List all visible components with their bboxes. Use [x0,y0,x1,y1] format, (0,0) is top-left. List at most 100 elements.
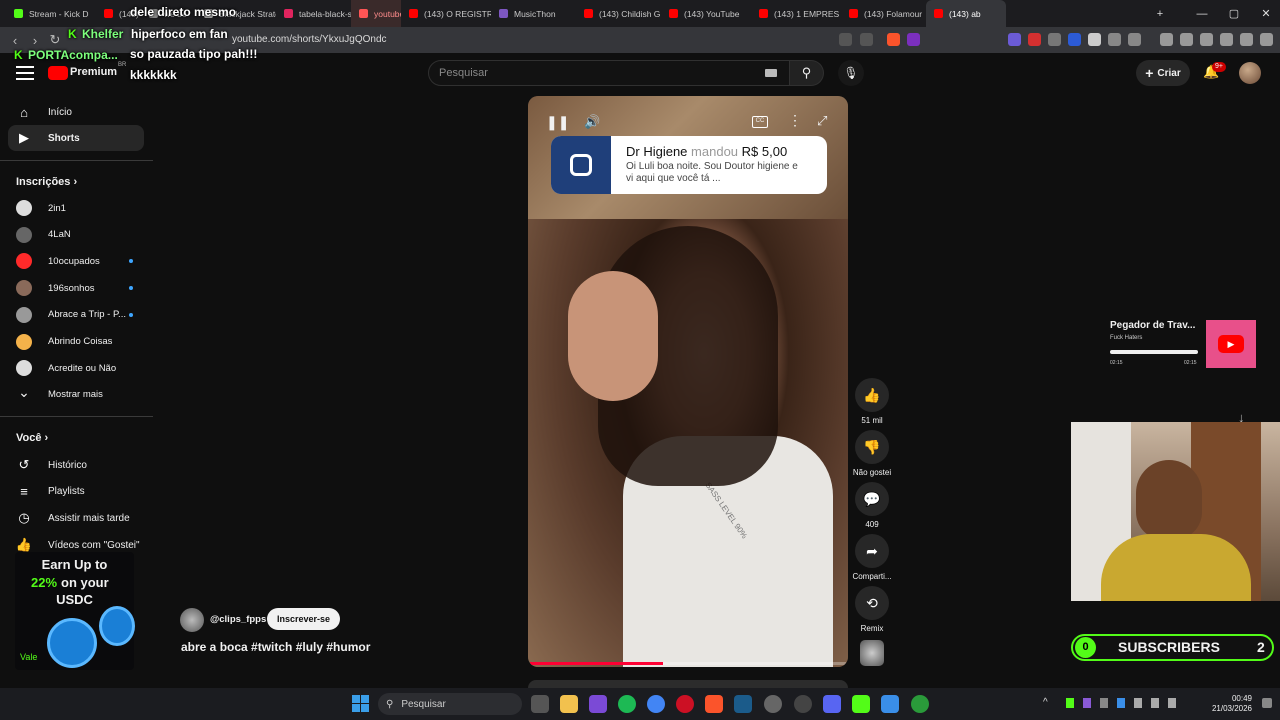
volume-icon[interactable]: 🔊 [584,114,600,130]
more-options-icon[interactable]: ⋮ [788,112,802,129]
progress-track[interactable] [530,662,846,665]
comment-icon[interactable]: 💬 [855,482,889,516]
mic-icon[interactable]: 🎙 [838,60,864,86]
network-icon[interactable] [1151,698,1159,708]
app-icon[interactable] [794,695,812,713]
youtube-logo-icon[interactable] [48,66,68,80]
bluetooth-icon[interactable] [1117,698,1125,708]
url-text[interactable]: youtube.com/shorts/YkxuJgQOndc [232,34,387,45]
pause-icon[interactable]: ❚❚ [546,114,569,131]
sound-thumbnail[interactable] [860,640,884,666]
brave-icon[interactable] [705,695,723,713]
extension-icon[interactable] [1128,33,1141,46]
like-icon[interactable]: 👍 [855,378,889,412]
extension-icon[interactable] [1088,33,1101,46]
subscriptions-heading[interactable]: Inscrições › [16,176,77,188]
new-tab-button[interactable]: + [1144,0,1176,27]
mic-tray-icon[interactable] [1134,698,1142,708]
kick-icon[interactable] [852,695,870,713]
spotify-icon[interactable] [618,695,636,713]
share-icon[interactable]: ➦ [855,534,889,568]
extension-icon[interactable] [1028,33,1041,46]
logo-text[interactable]: Premium [70,66,117,78]
hamburger-menu-icon[interactable] [16,66,34,80]
browser-tab[interactable]: (143) ab [926,0,1006,27]
dislike-icon[interactable]: 👎 [855,430,889,464]
action-like[interactable]: 👍 51 mil [852,378,892,425]
sidebar-item-history[interactable]: ↺ Histórico [8,452,144,478]
keyboard-icon[interactable] [765,69,777,77]
notepad-icon[interactable] [881,695,899,713]
tray-icon[interactable] [1100,698,1108,708]
browser-tab[interactable]: (143) Folamour [841,0,926,27]
back-icon[interactable]: ‹ [6,31,24,49]
search-button[interactable]: ⚲ [790,60,824,86]
channel-avatar[interactable] [180,608,204,632]
extension-icon[interactable] [1008,33,1021,46]
brave-shield-icon[interactable] [887,33,900,46]
sidebar-subscription[interactable]: 196sonhos [8,275,144,301]
short-video-player[interactable]: SASS LEVEL 90% ❚❚ 🔊 CC ⋮ ⤢ Dr Higiene ma… [528,96,848,667]
browser-tab[interactable]: (143) Childish G [576,0,661,27]
sidebar-subscription[interactable]: 4LaN [8,222,144,248]
next-short-preview[interactable] [528,680,848,688]
create-button[interactable]: + Criar [1136,60,1190,86]
steam-icon[interactable] [734,695,752,713]
browser-tab[interactable]: (143) O REGISTR [401,0,491,27]
start-icon[interactable] [352,695,369,712]
browser-tab[interactable]: (143) YouTube [661,0,751,27]
extension-icon[interactable] [1048,33,1061,46]
app-icon[interactable] [764,695,782,713]
sidebar-item-clock[interactable]: ◷ Assistir mais tarde [8,505,144,531]
extension-icon[interactable] [1068,33,1081,46]
search-box[interactable]: Pesquisar [428,60,790,86]
browser-tab[interactable]: (143) 1 EMPRES [751,0,841,27]
folder-icon[interactable] [560,695,578,713]
sidebar-subscription[interactable]: Abrindo Coisas [8,329,144,355]
taskbar-search[interactable]: ⚲ Pesquisar [378,693,522,715]
tray-icon[interactable] [1066,698,1074,708]
browser-tab[interactable]: youtube [351,0,401,27]
puzzle-icon[interactable] [1108,33,1121,46]
maximize-icon[interactable]: ▢ [1218,0,1250,27]
tray-chevron-icon[interactable]: ^ [1043,697,1048,708]
share-page-icon[interactable] [860,33,873,46]
browser-tab[interactable]: Stream - Kick D [6,0,96,27]
channel-name[interactable]: @clips_fpps [210,614,266,625]
sidebar-subscription[interactable]: 10ocupados [8,248,144,274]
sidebar-item-home[interactable]: ⌂ Início [8,99,144,125]
brave-rewards-icon[interactable] [907,33,920,46]
screen-icon[interactable] [839,33,852,46]
task-view-icon[interactable] [531,695,549,713]
leo-icon[interactable] [1220,33,1233,46]
browser-tab[interactable]: tabela-black-s- [276,0,351,27]
clock[interactable]: 00:49 21/03/2026 [1210,694,1252,714]
sidebar-subscription[interactable]: 2in1 [8,195,144,221]
avatar[interactable] [1239,62,1261,84]
minimize-icon[interactable]: — [1186,0,1218,27]
music-icon[interactable] [1160,33,1173,46]
menu-icon[interactable] [1260,33,1273,46]
subscribe-button[interactable]: Inscrever-se [267,608,340,630]
notification-center-icon[interactable] [1262,698,1272,708]
browser-tab[interactable]: MusicThon [491,0,576,27]
wallet-icon[interactable] [1200,33,1213,46]
search-input[interactable]: Pesquisar [439,67,488,79]
vpn-icon[interactable] [1240,33,1253,46]
app-icon[interactable] [589,695,607,713]
tray-icon[interactable] [1083,698,1091,708]
chrome-icon[interactable] [647,695,665,713]
opera-icon[interactable] [676,695,694,713]
forward-icon[interactable]: › [26,31,44,49]
action-dislike[interactable]: 👎 Não gostei [852,430,892,477]
action-comment[interactable]: 💬 409 [852,482,892,529]
sidebar-subscription[interactable]: Abrace a Trip - P... [8,302,144,328]
discord-icon[interactable] [823,695,841,713]
sidebar-icon[interactable] [1180,33,1193,46]
volume-tray-icon[interactable] [1168,698,1176,708]
fullscreen-icon[interactable]: ⤢ [817,113,827,129]
sidebar-item-shorts[interactable]: ▶ Shorts [8,125,144,151]
short-caption[interactable]: abre a boca #twitch #luly #humor [181,640,370,654]
show-more-button[interactable]: ⌄ Mostrar mais [8,382,144,408]
captions-icon[interactable]: CC [752,116,768,128]
